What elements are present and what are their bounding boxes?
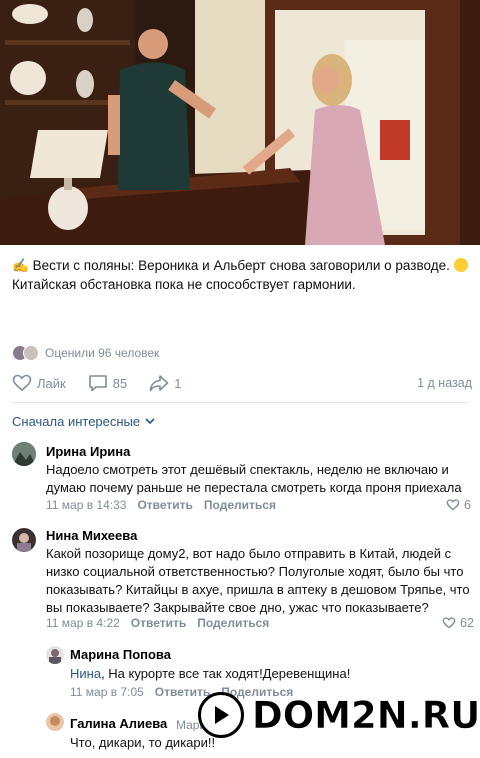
chevron-down-icon <box>145 418 155 425</box>
divider <box>12 402 468 403</box>
comment-meta: 11 мар в 4:22 Ответить Поделиться <box>46 616 280 630</box>
comments-count: 85 <box>112 375 128 391</box>
reply-text: Нина, На курорте все так ходят!Деревенщи… <box>70 665 470 683</box>
shares-count: 1 <box>174 375 182 391</box>
share-comment-button[interactable]: Поделиться <box>197 616 269 630</box>
reply-date[interactable]: 11 мар в 7:05 <box>70 685 144 699</box>
comment-like-button[interactable]: 62 <box>442 616 474 630</box>
reply-button[interactable]: Ответить <box>131 616 186 630</box>
reactions-summary[interactable]: Оценили 96 человек <box>12 344 159 362</box>
avatar[interactable] <box>12 442 36 466</box>
reply-author[interactable]: Галина Алиева <box>70 716 167 731</box>
comment-text: Надоело смотреть этот дешёвый спектакль,… <box>46 462 462 495</box>
avatar-image <box>46 646 64 664</box>
share-button[interactable]: 1 <box>149 374 181 392</box>
comment-likes-count: 6 <box>464 498 471 512</box>
heart-icon <box>446 499 460 511</box>
comments-button[interactable]: 85 <box>88 374 127 392</box>
reply-button[interactable]: Ответить <box>137 498 192 512</box>
watermark-logo: DOM2N.RU <box>198 692 480 738</box>
photo-illustration <box>0 0 480 245</box>
watermark-text: DOM2N.RU <box>252 693 480 737</box>
play-icon <box>198 692 244 738</box>
views-text: Оценили 96 человек <box>45 346 160 360</box>
avatar[interactable] <box>46 646 64 664</box>
share-comment-button[interactable]: Поделиться <box>204 498 276 512</box>
comment-meta: 11 мар в 14:33 Ответить Поделиться <box>46 498 287 512</box>
comment-like-button[interactable]: 6 <box>446 498 471 512</box>
comment-date[interactable]: 11 мар в 4:22 <box>46 616 120 630</box>
reaction-avatars <box>12 345 39 361</box>
like-label: Лайк <box>37 375 66 391</box>
avatar[interactable] <box>12 528 36 552</box>
face-emoji-icon <box>453 258 468 272</box>
avatar <box>23 345 39 361</box>
comments-sort-dropdown[interactable]: Сначала интересные <box>12 414 155 429</box>
avatar-image <box>12 442 36 466</box>
reply-body: , На курорте все так ходят!Деревенщина! <box>101 666 351 681</box>
comment-likes-count: 62 <box>460 616 474 630</box>
reply-mention-link[interactable]: Нина <box>70 666 101 681</box>
comment-author[interactable]: Ирина Ирина <box>46 444 130 459</box>
sort-label: Сначала интересные <box>12 414 141 429</box>
post-photo[interactable] <box>0 0 480 245</box>
post-actions: Лайк 85 1 1 д назад <box>12 372 472 394</box>
reply-author[interactable]: Марина Попова <box>70 647 171 662</box>
comment-text: Какой позорище дому2, вот надо было отпр… <box>46 546 470 615</box>
avatar[interactable] <box>46 713 64 731</box>
writing-hand-icon: ✍ <box>12 258 29 273</box>
comment-icon <box>88 375 107 392</box>
share-arrow-icon <box>149 375 169 392</box>
post-text-line1: Вести с поляны: Вероника и Альберт снова… <box>28 258 454 273</box>
heart-icon <box>442 617 456 629</box>
post-text-line2: Китайская обстановка пока не способствуе… <box>12 277 356 292</box>
comment-author[interactable]: Нина Михеева <box>46 528 137 543</box>
avatar-image <box>46 713 64 731</box>
comment-date[interactable]: 11 мар в 14:33 <box>46 498 126 512</box>
post-text: ✍ Вести с поляны: Вероника и Альберт сно… <box>12 256 470 294</box>
post-date[interactable]: 1 д назад <box>417 376 472 390</box>
like-button[interactable]: Лайк <box>12 374 66 392</box>
avatar-image <box>12 528 36 552</box>
heart-icon <box>12 374 32 392</box>
